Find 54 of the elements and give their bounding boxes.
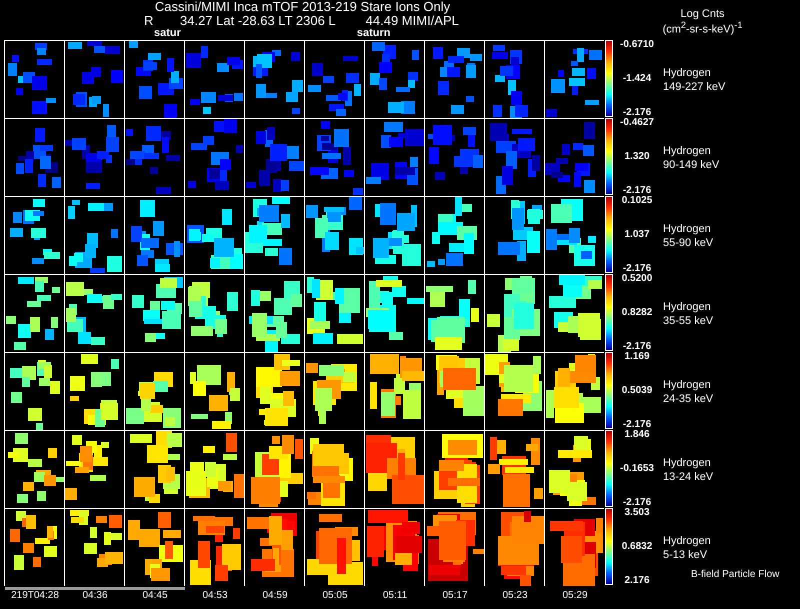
scale-max: 0.5200	[622, 274, 652, 284]
scale-max: 3.503	[624, 508, 650, 518]
scale-mid: 0.5039	[622, 386, 652, 396]
scale-mid: 1.037	[624, 230, 650, 240]
scale-min: -2.176	[622, 108, 652, 118]
time-label: 04:53	[201, 590, 229, 601]
species-label: Hydrogen	[663, 456, 712, 470]
scale-min: -2.176	[622, 186, 652, 196]
scale-max: -0.4627	[620, 118, 654, 128]
scale-max: 0.1025	[622, 196, 652, 206]
scale-min: 2.176	[624, 576, 650, 586]
units-title: Log Cnts	[680, 8, 725, 20]
time-label: 04:45	[141, 590, 169, 601]
marker-label: satur	[154, 27, 181, 39]
energy-label: 24-35 keV	[663, 392, 714, 406]
scale-mid: -1.424	[622, 74, 652, 84]
energy-label: 149-227 keV	[663, 80, 726, 94]
time-label: 05:29	[561, 590, 589, 601]
position-label: R	[144, 14, 154, 27]
energy-label: 35-55 keV	[663, 314, 714, 328]
species-label: Hydrogen	[663, 66, 712, 80]
scale-mid: 0.6832	[622, 542, 652, 552]
time-label: 05:23	[501, 590, 529, 601]
species-label: Hydrogen	[663, 300, 712, 314]
species-label: Hydrogen	[663, 534, 712, 548]
time-label: 05:11	[382, 590, 408, 601]
plot-title: Cassini/MIMI Inca mTOF 2013-219 Stare Ions Only	[154, 0, 450, 14]
energy-label: 5-13 keV	[663, 548, 708, 562]
time-label: 05:05	[321, 590, 349, 601]
units-text: (cm$^{2}$-sr-s-keV)$^{-1}$	[662, 20, 742, 36]
time-label: 04:59	[261, 590, 289, 601]
scale-min: -2.176	[622, 420, 652, 430]
scale-max: 1.169	[624, 352, 650, 362]
energy-label: 55-90 keV	[663, 236, 714, 250]
scale-max: -0.6710	[620, 40, 654, 50]
species-label: Hydrogen	[663, 144, 712, 158]
position-text: 44.49 MIMI/APL	[366, 14, 459, 27]
scale-min: -2.176	[622, 498, 652, 508]
footnote: B-field Particle Flow	[691, 568, 780, 582]
energy-label: 13-24 keV	[663, 470, 714, 484]
time-label: 05:17	[441, 590, 469, 601]
marker-label: saturn	[356, 27, 391, 39]
scale-mid: 0.8282	[622, 308, 652, 318]
time-label: 219T04:28	[10, 590, 60, 601]
scale-min: -2.176	[622, 264, 652, 274]
scale-mid: 1.320	[624, 152, 650, 162]
time-label: 04:36	[81, 590, 109, 601]
species-label: Hydrogen	[663, 378, 712, 392]
position-text: 34.27 Lat -28.63 LT 2306 L	[180, 14, 336, 27]
scale-mid: -0.1653	[620, 464, 654, 474]
scale-min: -2.176	[622, 342, 652, 352]
scale-max: 1.846	[624, 430, 650, 440]
species-label: Hydrogen	[663, 222, 712, 236]
energy-label: 90-149 keV	[663, 158, 720, 172]
